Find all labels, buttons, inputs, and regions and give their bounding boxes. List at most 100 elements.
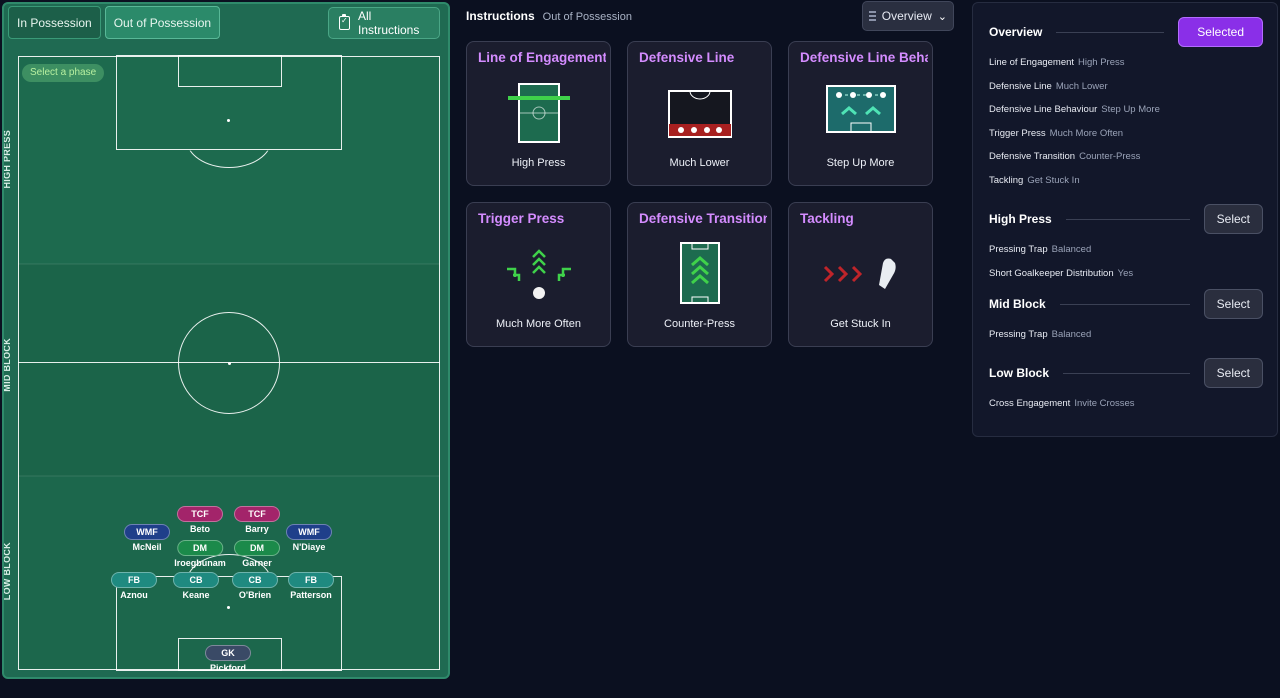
row-key: Defensive Line Behaviour [989,104,1098,116]
player-marker[interactable]: WMF N'Diaye [286,522,332,552]
player-marker[interactable]: TCF Barry [234,504,280,534]
view-dropdown[interactable]: Overview ⌄ [862,1,954,31]
position-badge: DM [234,540,280,556]
card-value: High Press [511,157,566,169]
divider [1056,31,1165,33]
tab-out-of-possession[interactable]: Out of Possession [104,6,221,39]
selected-button[interactable]: Selected [1178,17,1263,47]
player-marker[interactable]: FB Patterson [288,570,334,600]
player-marker[interactable]: CB Keane [173,570,219,600]
player-marker[interactable]: TCF Beto [177,504,223,534]
card-trigger-press[interactable]: Trigger Press Much More Often [466,202,611,347]
row-value: Get Stuck In [1027,175,1080,186]
select-phase-pill[interactable]: Select a phase [22,64,105,82]
line-behaviour-icon [825,82,897,136]
row-value: Much Lower [1055,80,1108,92]
overview-section-header: Mid Block Select [989,289,1263,319]
player-marker[interactable]: FB Aznou [111,570,157,600]
divider [1059,303,1190,305]
select-button[interactable]: Select [1203,358,1263,388]
trigger-press-icon [503,247,575,303]
card-value: Much Lower [669,157,730,169]
card-title: Line of Engagement [478,50,606,65]
pitch-field [18,55,440,671]
clipboard-check-icon [339,14,350,30]
zone-label-low-block: LOW BLOCK [2,542,12,601]
player-name: O'Brien [238,590,272,600]
row-key: Defensive Line [989,80,1052,92]
section-title: Overview [989,25,1043,39]
card-defensive-line[interactable]: Defensive Line Much Lower [627,41,772,186]
player-marker[interactable]: GK Pickford [205,643,251,673]
player-name: Patterson [290,590,332,600]
zone-label-high-press: HIGH PRESS [2,130,12,189]
pitch-panel: In Possession Out of Possession All Inst… [2,2,450,679]
row-key: Trigger Press [989,127,1046,139]
overview-row: Defensive Line Behaviour Step Up More [989,104,1160,115]
position-badge: CB [232,572,278,588]
player-marker[interactable]: CB O'Brien [232,570,278,600]
player-name: Aznou [120,590,148,600]
row-value: Invite Crosses [1074,398,1135,409]
overview-row: Short Goalkeeper Distribution Yes [989,268,1133,279]
player-name: Barry [245,524,269,534]
row-key: Short Goalkeeper Distribution [989,267,1114,279]
row-value: Much More Often [1049,127,1124,139]
card-title: Trigger Press [478,211,565,226]
view-dropdown-value: Overview [881,9,932,23]
divider [1063,372,1190,374]
overview-row: Trigger Press Much More Often [989,128,1123,139]
card-value: Much More Often [496,318,581,330]
top-six-yard-box [178,55,282,87]
tackling-boot-icon [821,255,901,295]
player-name: Beto [190,524,210,534]
overview-section-header: Overview Selected [989,17,1263,47]
select-button[interactable]: Select [1203,204,1263,234]
row-key: Line of Engagement [989,57,1075,68]
position-badge: CB [173,572,219,588]
section-title: Mid Block [989,297,1046,311]
zone-label-mid-block: MID BLOCK [2,338,12,392]
player-marker[interactable]: DM Iroegbunam [174,538,226,568]
overview-row: Line of Engagement High Press [989,57,1125,68]
card-defensive-transition[interactable]: Defensive Transition Counter-Press [627,202,772,347]
instruction-cards: Line of Engagement High Press Defensive … [466,41,933,347]
overview-row: Pressing Trap Balanced [989,244,1091,255]
row-key: Defensive Transition [989,151,1076,163]
line-engagement-icon [506,82,572,146]
bottom-penalty-spot [227,606,230,609]
row-value: Balanced [1051,244,1092,255]
instructions-subtitle: Out of Possession [542,11,632,23]
all-instructions-label: All Instructions [358,9,420,37]
card-title: Tackling [800,211,854,226]
transition-icon [678,241,722,305]
overview-row: Tackling Get Stuck In [989,175,1080,186]
position-badge: WMF [124,524,170,540]
select-button[interactable]: Select [1203,289,1263,319]
divider [1065,218,1190,220]
row-value: Balanced [1051,329,1092,340]
card-value: Counter-Press [664,318,735,330]
possession-tabs: In Possession Out of Possession [8,6,221,39]
position-badge: DM [176,540,223,556]
player-marker[interactable]: DM Garner [234,538,280,568]
centre-spot [228,362,231,365]
card-tackling[interactable]: Tackling Get Stuck In [788,202,933,347]
tab-in-possession[interactable]: In Possession [8,6,101,39]
position-badge: GK [205,645,251,661]
player-marker[interactable]: WMF McNeil [124,522,170,552]
overview-row: Cross Engagement Invite Crosses [989,398,1135,409]
card-title: Defensive Transition [639,211,767,226]
instructions-header: Instructions Out of Possession [466,9,632,23]
row-value: Yes [1117,267,1134,279]
player-name: Iroegbunam [174,558,226,568]
player-name: Pickford [209,663,246,673]
card-defensive-line-behaviour[interactable]: Defensive Line Behaviour Step Up More [788,41,933,186]
all-instructions-button[interactable]: All Instructions [328,7,440,39]
player-name: N'Diaye [292,542,326,552]
overview-section-header: High Press Select [989,204,1263,234]
row-value: High Press [1078,57,1125,68]
defensive-line-icon [667,82,733,140]
card-line-of-engagement[interactable]: Line of Engagement High Press [466,41,611,186]
position-badge: WMF [286,524,332,540]
